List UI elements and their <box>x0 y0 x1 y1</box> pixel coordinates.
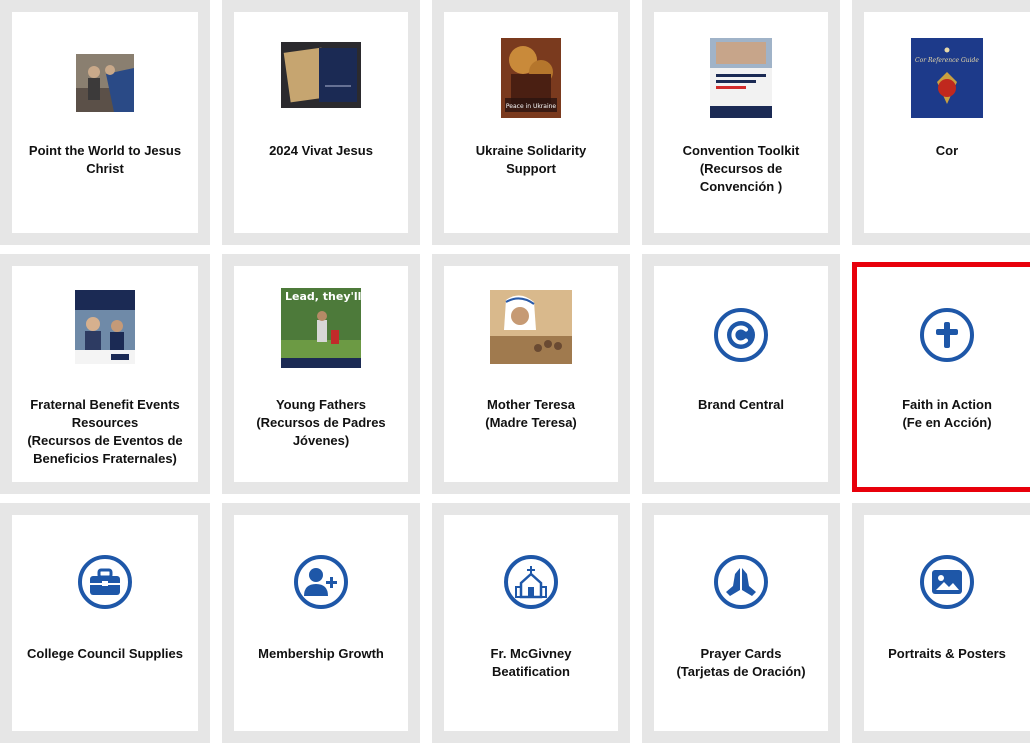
tile-title: Young Fathers (Recursos de Padres Jóvene… <box>246 396 396 450</box>
point-the-world-thumbnail <box>76 54 134 112</box>
briefcase-icon <box>78 555 132 609</box>
tile-card: 2024 Vivat Jesus <box>234 12 408 233</box>
tile-card: Peace in Ukraine Ukraine Solidarity Supp… <box>444 12 618 233</box>
ukraine-icon-thumbnail: Peace in Ukraine <box>501 38 561 118</box>
tile-convention-toolkit[interactable]: Convention Toolkit (Recursos de Convenci… <box>642 0 840 245</box>
tile-subtitle-line: (Madre Teresa) <box>485 415 577 430</box>
mother-teresa-thumbnail <box>490 290 572 364</box>
tile-subtitle-line: (Recursos de Eventos de Beneficios Frate… <box>27 433 183 466</box>
svg-text:Peace in Ukraine: Peace in Ukraine <box>506 103 557 110</box>
tile-card: Fraternal Benefit Events Resources (Recu… <box>12 266 198 482</box>
copyright-c-icon <box>714 308 768 362</box>
tile-title: Brand Central <box>698 397 784 412</box>
svg-text:Cor Reference Guide: Cor Reference Guide <box>915 57 979 64</box>
tile-card: Membership Growth <box>234 515 408 731</box>
tile-subtitle-line: (Recursos de Padres Jóvenes) <box>256 415 386 448</box>
tile-title-line: Convention Toolkit <box>682 143 800 158</box>
tile-title: Point the World to Jesus Christ <box>28 143 182 176</box>
tile-title: Mother Teresa (Madre Teresa) <box>456 396 606 432</box>
tile-membership-growth[interactable]: Membership Growth <box>222 503 420 743</box>
convention-toolkit-thumbnail <box>710 38 772 118</box>
tile-card: Prayer Cards (Tarjetas de Oración) <box>654 515 828 731</box>
tile-title: Cor <box>935 143 959 158</box>
young-fathers-thumbnail: Lead, they'll follow. <box>281 288 361 368</box>
tile-title-line: Faith in Action <box>902 397 992 412</box>
tile-fraternal-benefit-events[interactable]: Fraternal Benefit Events Resources (Recu… <box>0 254 210 494</box>
tile-point-the-world[interactable]: Point the World to Jesus Christ <box>0 0 210 245</box>
tile-card: Portraits & Posters <box>864 515 1030 731</box>
vivat-jesus-thumbnail <box>281 42 361 108</box>
tile-title: Fraternal Benefit Events Resources (Recu… <box>24 396 186 468</box>
tile-title: Membership Growth <box>258 646 384 661</box>
tile-mother-teresa[interactable]: Mother Teresa (Madre Teresa) <box>432 254 630 494</box>
tile-mcgivney-beatification[interactable]: Fr. McGivney Beatification <box>432 503 630 743</box>
tile-title: College Council Supplies <box>26 646 184 661</box>
tile-subtitle-line: (Tarjetas de Oración) <box>676 664 806 679</box>
tile-title: Fr. McGivney Beatification <box>490 646 572 679</box>
cross-icon <box>920 308 974 362</box>
tile-title: Portraits & Posters <box>888 646 1006 661</box>
image-icon <box>920 555 974 609</box>
tile-title-line: Mother Teresa <box>487 397 575 412</box>
tile-vivat-jesus[interactable]: 2024 Vivat Jesus <box>222 0 420 245</box>
tile-title: Prayer Cards (Tarjetas de Oración) <box>666 645 816 681</box>
tile-card: Mother Teresa (Madre Teresa) <box>444 266 618 482</box>
svg-text:Lead, they'll follow.: Lead, they'll follow. <box>285 290 361 303</box>
tile-title-line: Fraternal Benefit Events Resources <box>30 397 180 430</box>
tile-title: 2024 Vivat Jesus <box>269 143 373 158</box>
tile-card: Faith in Action (Fe en Acción) <box>864 274 1030 480</box>
tile-card: Point the World to Jesus Christ <box>12 12 198 233</box>
tile-title: Convention Toolkit (Recursos de Convenci… <box>666 142 816 196</box>
tile-faith-in-action[interactable]: Faith in Action (Fe en Acción) <box>852 262 1030 492</box>
tile-card: Brand Central <box>654 266 828 482</box>
tile-subtitle-line: (Recursos de Convención ) <box>699 161 783 194</box>
tile-prayer-cards[interactable]: Prayer Cards (Tarjetas de Oración) <box>642 503 840 743</box>
tile-young-fathers[interactable]: Lead, they'll follow. Young Fathers (Rec… <box>222 254 420 494</box>
tile-card: Fr. McGivney Beatification <box>444 515 618 731</box>
tile-card: Lead, they'll follow. Young Fathers (Rec… <box>234 266 408 482</box>
tile-title: Ukraine Solidarity Support <box>475 143 587 176</box>
tile-college-council-supplies[interactable]: College Council Supplies <box>0 503 210 743</box>
tile-card: Cor Reference Guide Cor <box>864 12 1030 233</box>
praying-hands-icon <box>714 555 768 609</box>
tile-card: College Council Supplies <box>12 515 198 731</box>
fraternal-benefit-thumbnail <box>75 290 135 364</box>
resource-tile-grid: Point the World to Jesus Christ 2024 Viv… <box>0 0 1030 743</box>
tile-ukraine-solidarity[interactable]: Peace in Ukraine Ukraine Solidarity Supp… <box>432 0 630 245</box>
tile-portraits-posters[interactable]: Portraits & Posters <box>852 503 1030 743</box>
church-icon <box>504 555 558 609</box>
tile-subtitle-line: (Fe en Acción) <box>902 415 992 430</box>
tile-title-line: Young Fathers <box>275 397 367 412</box>
tile-cor[interactable]: Cor Reference Guide Cor <box>852 0 1030 245</box>
add-person-icon <box>294 555 348 609</box>
tile-title-line: Prayer Cards <box>700 646 782 661</box>
cor-reference-guide-thumbnail: Cor Reference Guide <box>911 38 983 118</box>
tile-brand-central[interactable]: Brand Central <box>642 254 840 494</box>
tile-title: Faith in Action (Fe en Acción) <box>876 396 1018 432</box>
tile-card: Convention Toolkit (Recursos de Convenci… <box>654 12 828 233</box>
